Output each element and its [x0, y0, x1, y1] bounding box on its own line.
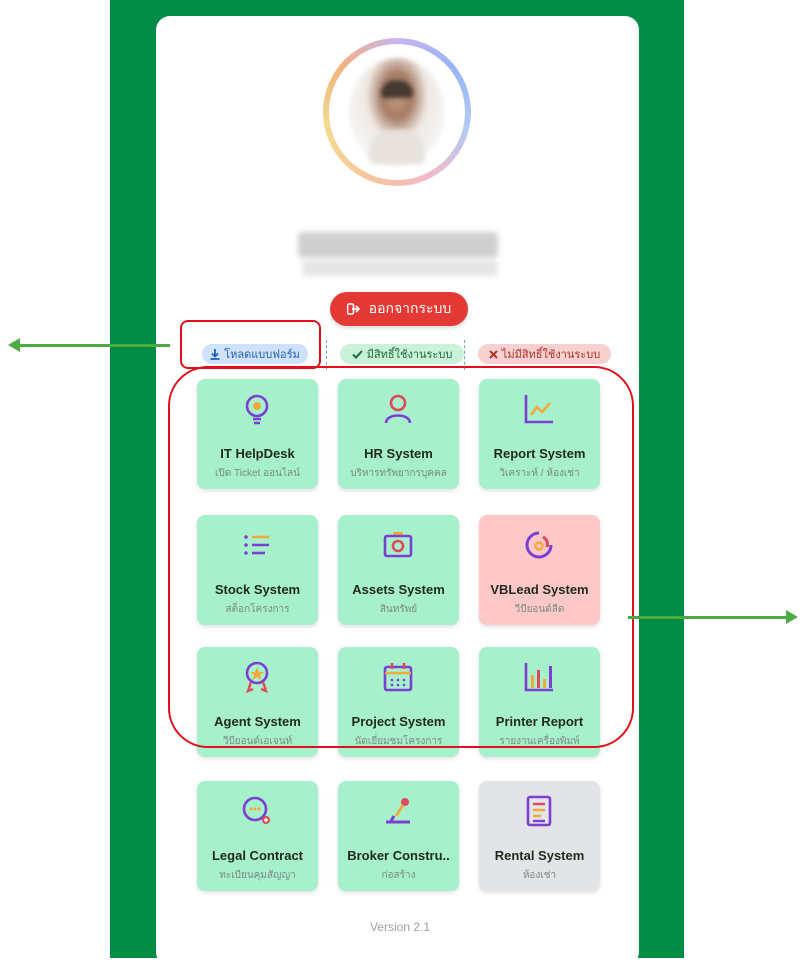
avatar-shirt — [369, 130, 425, 164]
arrow-left-icon — [8, 338, 20, 352]
user-position — [302, 260, 498, 276]
app-tile-broker-construction[interactable]: Broker Constru.. ก่อสร้าง — [338, 781, 459, 891]
arrow-right-icon — [786, 610, 798, 624]
legend-allowed-badge: มีสิทธิ์ใช้งานระบบ — [340, 344, 464, 364]
broker-icon — [386, 798, 410, 824]
arrow-right-line — [628, 616, 788, 619]
version-label: Version 2.1 — [369, 920, 431, 934]
app-tile-rental-system[interactable]: Rental System ห้องเช่า — [479, 781, 600, 891]
app-title: Rental System — [494, 848, 585, 863]
logout-icon — [346, 303, 360, 315]
legend-denied-badge: ไม่มีสิทธิ์ใช้งานระบบ — [478, 344, 611, 364]
avatar-photo-frame — [329, 44, 465, 180]
legend-denied-label: ไม่มีสิทธิ์ใช้งานระบบ — [501, 349, 601, 361]
legend-allowed-label: มีสิทธิ์ใช้งานระบบ — [366, 349, 453, 361]
arrow-left-line — [18, 344, 170, 347]
app-subtitle: ทะเบียนคุมสัญญา — [219, 870, 296, 881]
chat-search-icon — [242, 796, 270, 824]
app-tile-legal-contract[interactable]: Legal Contract ทะเบียนคุมสัญญา — [197, 781, 318, 891]
document-icon — [526, 795, 552, 827]
app-subtitle: ห้องเช่า — [522, 870, 557, 881]
user-name — [298, 232, 498, 258]
app-subtitle: ก่อสร้าง — [381, 870, 416, 881]
logout-button[interactable]: ออกจากระบบ — [330, 292, 468, 326]
app-title: Broker Constru.. — [347, 848, 450, 863]
logout-label: ออกจากระบบ — [368, 300, 452, 316]
avatar-hair — [381, 80, 413, 98]
check-icon — [351, 349, 363, 359]
cross-icon — [489, 349, 498, 359]
app-title: Legal Contract — [211, 848, 303, 863]
avatar — [323, 38, 471, 186]
highlight-download-box — [180, 320, 321, 369]
highlight-apps-box — [168, 366, 634, 748]
